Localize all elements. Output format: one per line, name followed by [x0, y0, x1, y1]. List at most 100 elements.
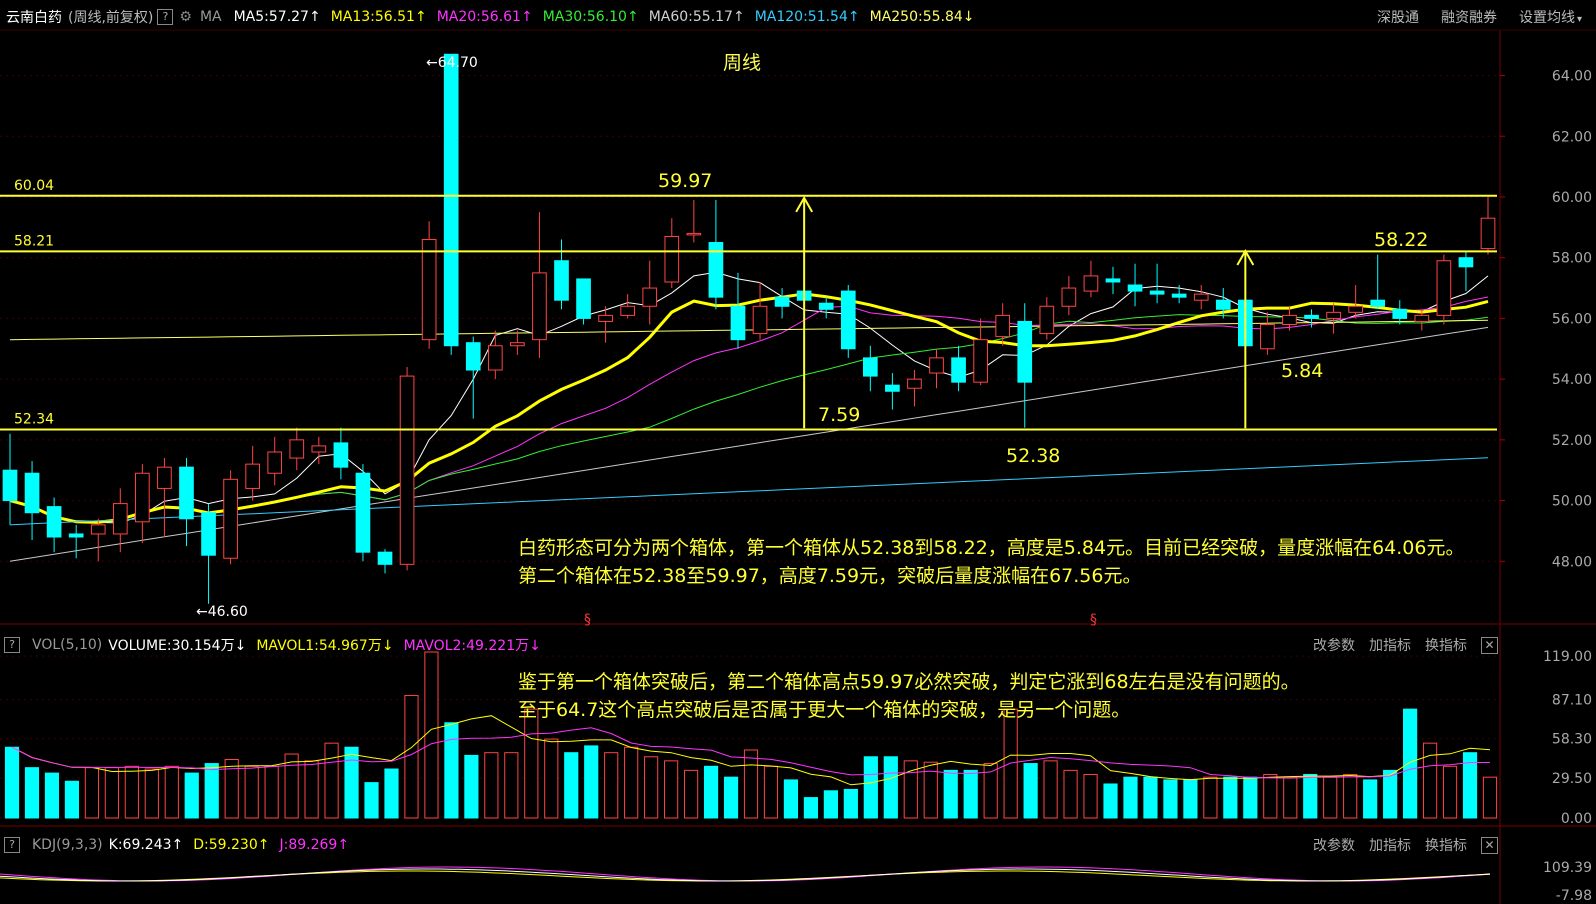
volume-bar-down: [943, 769, 958, 819]
volume-add-indicator[interactable]: 加指标: [1369, 635, 1411, 655]
candle-up: [1083, 275, 1099, 292]
candle-up: [752, 305, 768, 335]
note-line-4: 至于64.7这个高点突破后是否属于更大一个箱体的突破，是另一个问题。: [518, 699, 1131, 721]
label-height-1: 5.84: [1281, 360, 1323, 382]
candle-down: [1392, 308, 1408, 319]
volume-bar-up: [1083, 773, 1098, 819]
volume-bar-down: [1183, 779, 1198, 819]
price-tick-label: 58.00: [1552, 251, 1592, 267]
kdj-help-icon[interactable]: ?: [4, 837, 20, 853]
volume-change-params[interactable]: 改参数: [1313, 635, 1355, 655]
volume-bar-up: [484, 752, 499, 819]
candle-up: [135, 472, 150, 523]
volume-bar-down: [344, 746, 359, 819]
volume-bar-up: [1323, 776, 1338, 819]
volume-tick-label: 58.30: [1552, 732, 1592, 748]
volume-bar-up: [664, 760, 679, 819]
candle-down: [201, 512, 216, 556]
volume-bar-up: [324, 742, 339, 819]
candle-up: [157, 466, 172, 489]
volume-bar-down: [723, 776, 739, 819]
marker-1: §: [584, 612, 591, 628]
volume-bar-down: [703, 765, 719, 819]
candle-up: [929, 357, 944, 374]
candle-up: [532, 272, 547, 341]
candle-down: [333, 442, 349, 468]
label-box-bottom: 52.38: [1006, 445, 1060, 467]
candle-down: [1105, 278, 1121, 283]
volume-bar-down: [1383, 769, 1398, 819]
box-line-label: 58.21: [14, 233, 54, 249]
candle-down: [576, 278, 591, 319]
kdj-axis: 109.39 -7.98: [1543, 860, 1592, 904]
volume-bar-up: [683, 769, 699, 819]
candle-up: [487, 345, 503, 371]
candle-up: [1260, 323, 1275, 350]
candle-down: [443, 53, 459, 347]
volume-bar-up: [624, 746, 639, 819]
volume-bar-down: [184, 772, 199, 819]
volume-bar-up: [1263, 773, 1278, 819]
candle-up: [223, 478, 238, 559]
volume-bar-up: [264, 765, 279, 819]
volume-bar-down: [1403, 708, 1418, 819]
candle-up: [664, 235, 680, 283]
volume-bar-up: [1003, 708, 1018, 819]
label-box-top-2: 59.97: [658, 170, 712, 192]
volume-swap-indicator[interactable]: 换指标: [1425, 635, 1467, 655]
candle-down: [818, 302, 834, 310]
volume-bar-up: [763, 765, 779, 819]
kdj-close-icon[interactable]: ✕: [1481, 836, 1498, 854]
candle-up: [1480, 217, 1496, 250]
candle-down: [554, 260, 569, 301]
candle-down: [774, 296, 790, 307]
volume-axis: 119.00 87.10 58.30 29.50 0.00: [1543, 649, 1592, 827]
volume-bar-down: [1023, 763, 1038, 819]
candle-down: [840, 290, 856, 350]
volume-header: ? VOL(5,10) VOLUME:30.154万↓ MAVOL1:54.967…: [0, 634, 1498, 656]
volume-bar-up: [84, 767, 99, 819]
volume-bar-up: [284, 753, 299, 819]
kdj-add-indicator[interactable]: 加指标: [1369, 835, 1411, 855]
price-tick-label: 60.00: [1552, 190, 1592, 206]
kdj-indicator-list: K:69.243↑ D:59.230↑ J:89.269↑: [109, 837, 359, 853]
candle-down: [951, 357, 966, 383]
kdj-indicator-2: J:89.269↑: [279, 837, 350, 853]
volume-bar-down: [364, 782, 379, 819]
volume-help-icon[interactable]: ?: [4, 637, 20, 653]
price-tick-label: 48.00: [1552, 554, 1592, 570]
kdj-change-params[interactable]: 改参数: [1313, 835, 1355, 855]
volume-bar-up: [1203, 776, 1218, 819]
volume-bar-down: [1123, 776, 1138, 819]
candle-up: [90, 524, 106, 535]
volume-bar-down: [384, 768, 399, 819]
volume-bar-down: [1243, 776, 1258, 819]
volume-bar-down: [24, 767, 40, 819]
volume-tick-label: 87.10: [1552, 692, 1592, 708]
candle-down: [730, 305, 746, 341]
volume-tick-label: 29.50: [1552, 771, 1592, 787]
volume-bar-up: [404, 695, 419, 819]
candle-up: [907, 378, 922, 389]
candle-down: [1304, 314, 1319, 319]
candle-up: [1414, 314, 1430, 322]
chart-canvas: 64.00 62.00 60.00 58.00 56.00 54.00 52.00 50.00…: [0, 29, 1596, 904]
label-height-2: 7.59: [818, 404, 860, 426]
candle-down: [68, 533, 84, 538]
volume-bar-down: [4, 746, 20, 819]
grid-lines: [0, 29, 1596, 904]
candle-up: [1436, 260, 1452, 316]
price-tick-label: 52.00: [1552, 433, 1592, 449]
volume-close-icon[interactable]: ✕: [1481, 636, 1498, 654]
volume-bar-up: [1283, 776, 1298, 819]
kdj-swap-indicator[interactable]: 换指标: [1425, 835, 1467, 855]
volume-bar-up: [1063, 769, 1078, 819]
volume-bar-down: [783, 779, 799, 819]
candle-up: [1061, 287, 1077, 307]
price-tick-label: 56.00: [1552, 311, 1592, 327]
volume-bar-up: [504, 752, 519, 819]
volume-bar-down: [564, 752, 579, 819]
volume-bar-up: [164, 765, 179, 819]
volume-bar-down: [843, 788, 858, 819]
volume-bar-down: [1223, 776, 1238, 819]
